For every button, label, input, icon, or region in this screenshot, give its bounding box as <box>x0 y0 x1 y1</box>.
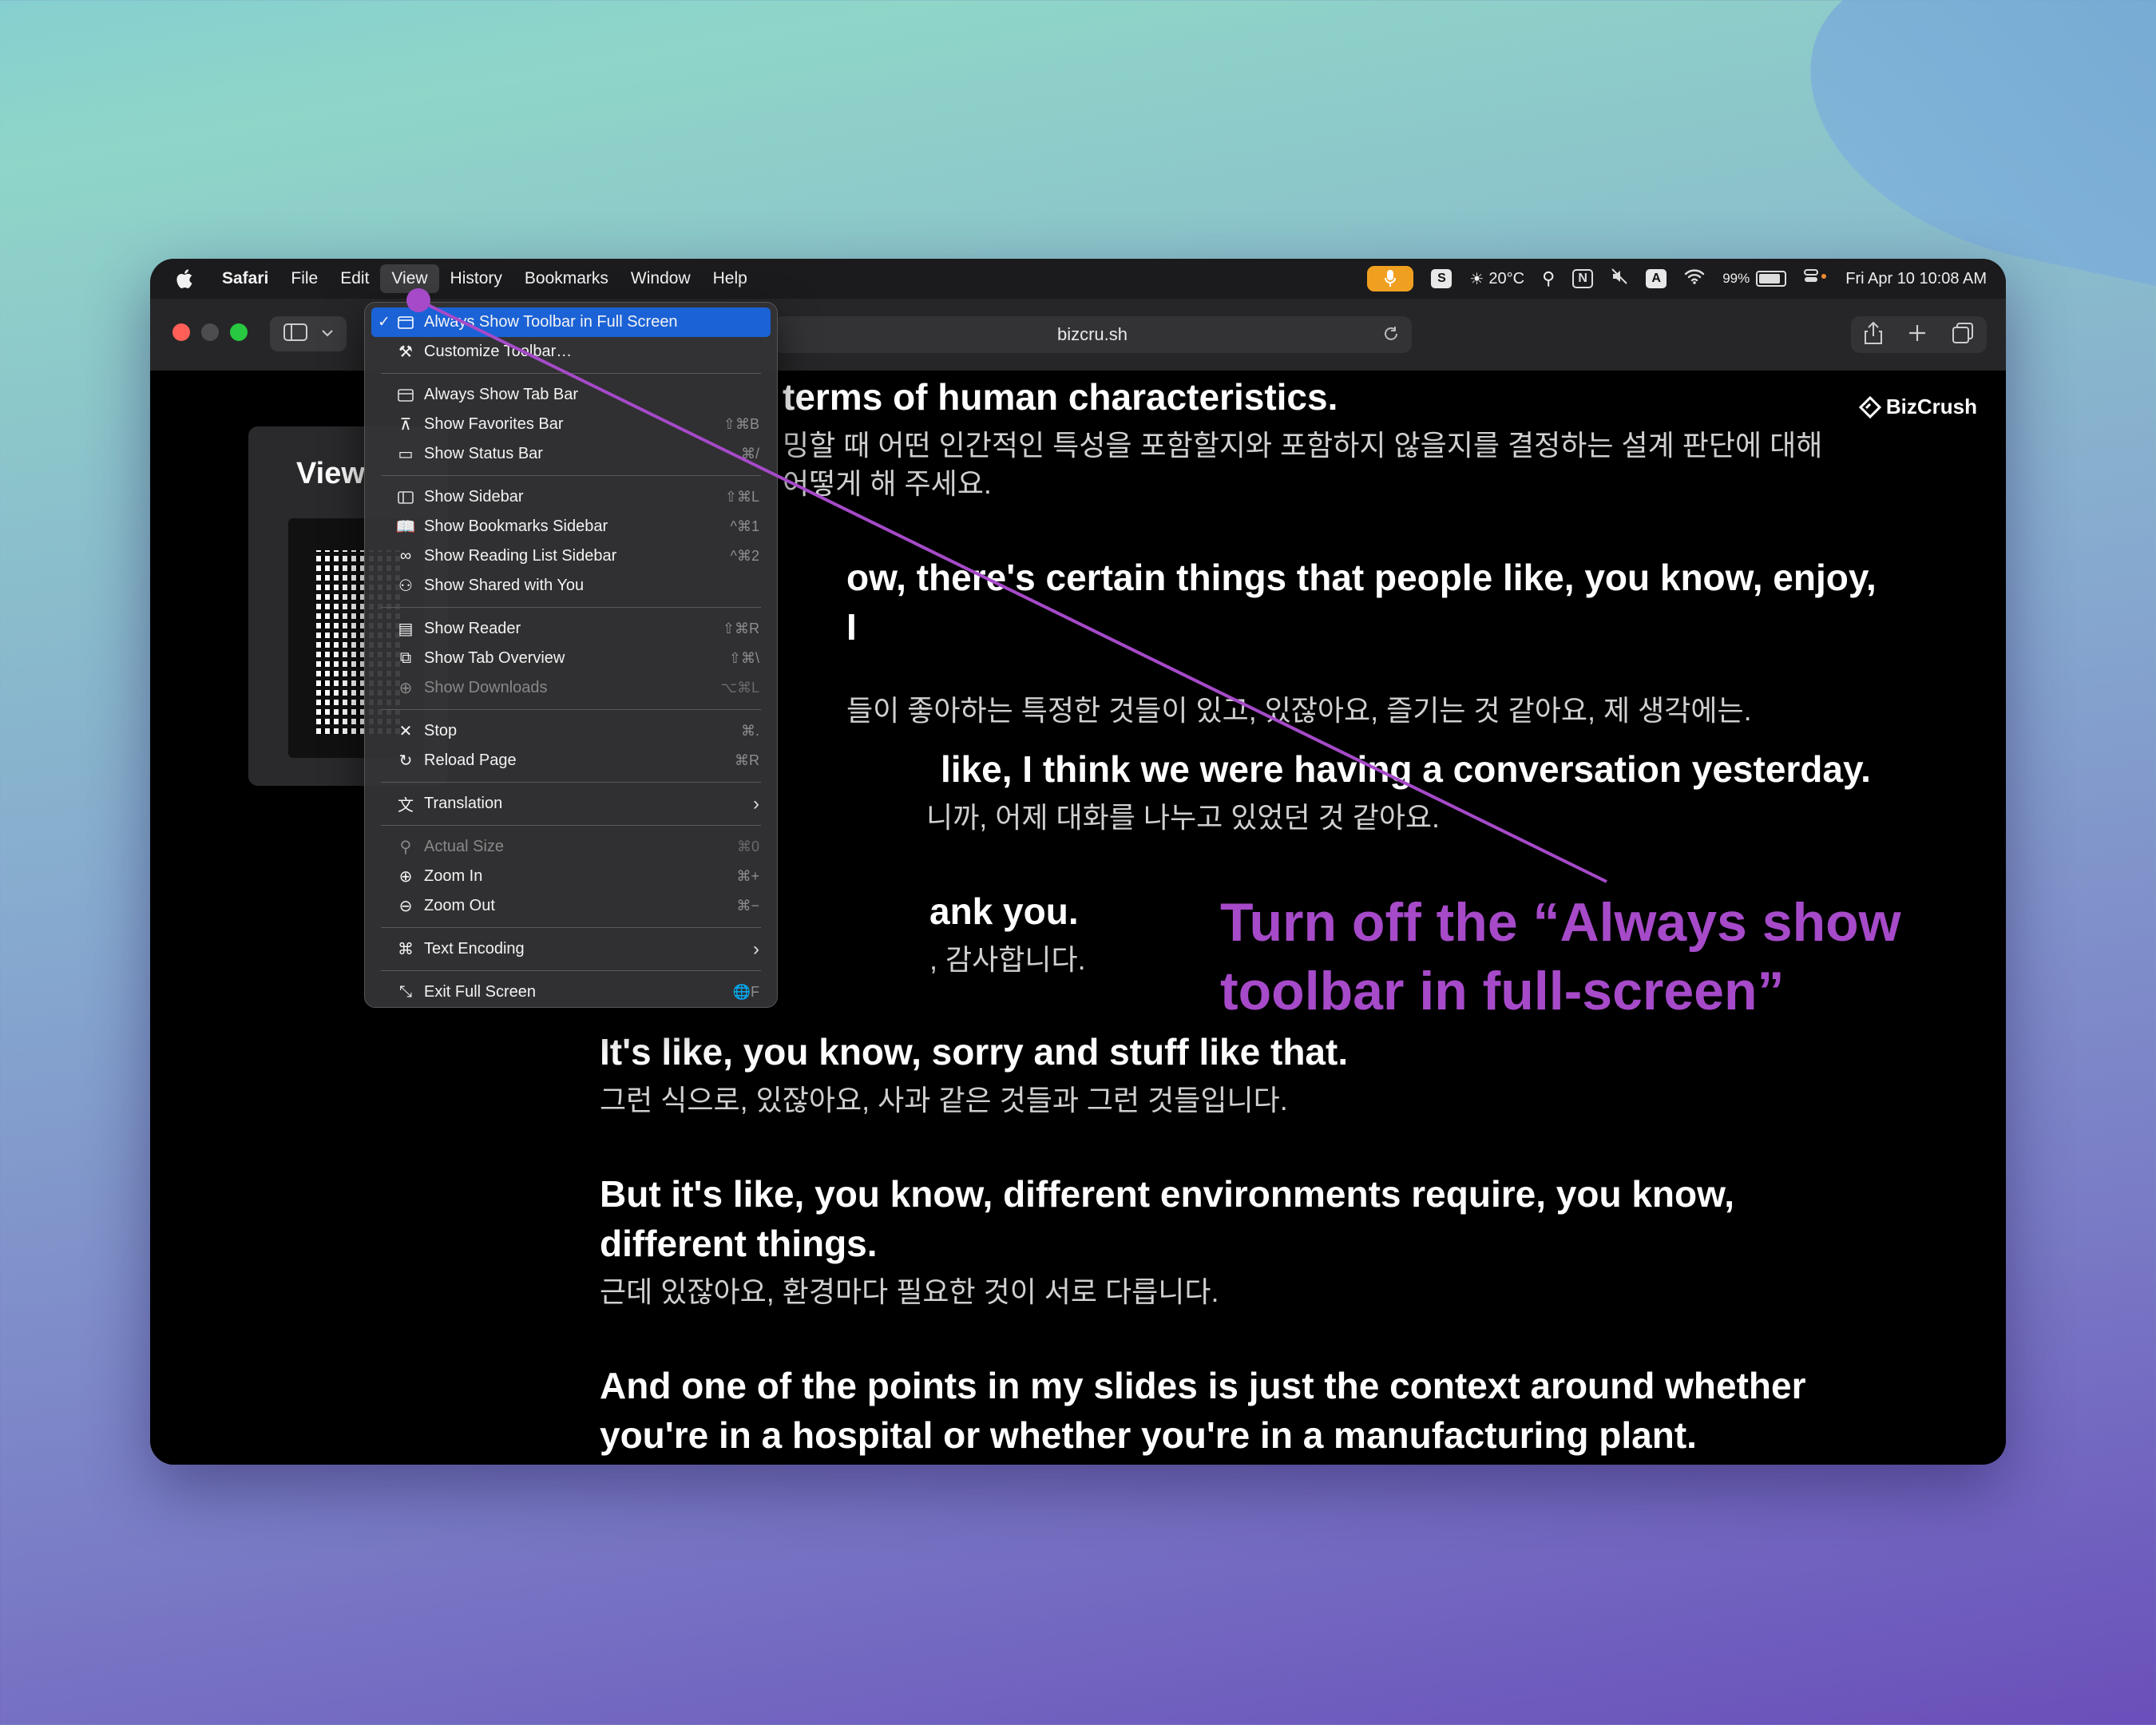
annotation-callout: Turn off the “Always show toolbar in ful… <box>1220 888 1901 1025</box>
callout-line-1: Turn off the “Always show <box>1220 892 1901 953</box>
callout-line-2: toolbar in full-screen” <box>1220 961 1785 1021</box>
annotation-arrow <box>406 288 1607 883</box>
